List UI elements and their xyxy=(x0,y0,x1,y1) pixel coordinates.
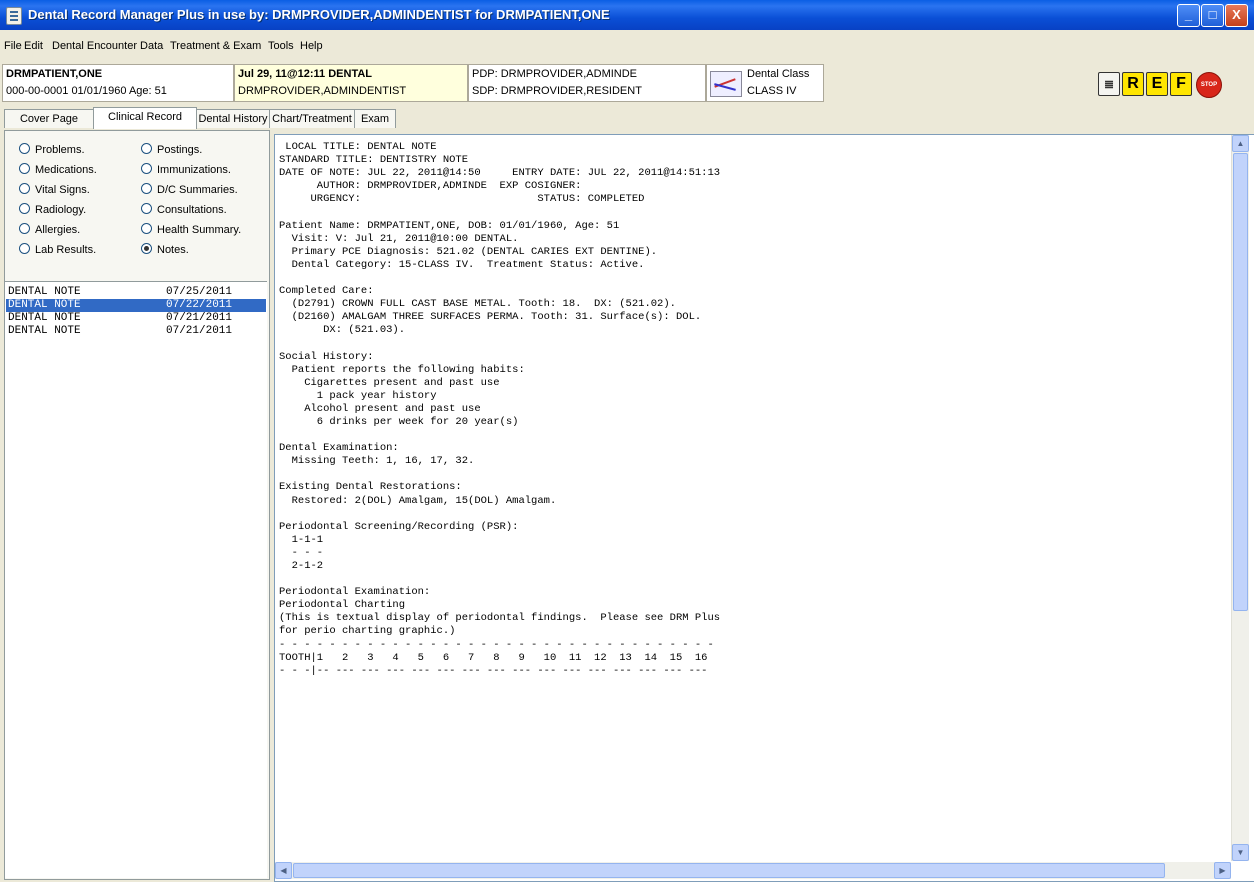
radio-immunizations[interactable]: Immunizations. xyxy=(141,163,231,176)
minimize-button[interactable]: _ xyxy=(1177,4,1200,27)
provider-info-box[interactable]: PDP: DRMPROVIDER,ADMINDE SDP: DRMPROVIDE… xyxy=(468,64,706,102)
scroll-up-icon[interactable]: ▲ xyxy=(1232,135,1249,152)
scroll-right-icon[interactable]: ▶ xyxy=(1214,862,1231,879)
radio-vital-signs[interactable]: Vital Signs. xyxy=(19,183,90,196)
radio-medications[interactable]: Medications. xyxy=(19,163,97,176)
notes-list[interactable]: DENTAL NOTE 07/25/2011 DENTAL NOTE 07/22/2… xyxy=(5,281,267,878)
r-button[interactable]: R xyxy=(1122,72,1144,96)
radio-icon xyxy=(19,163,30,174)
radio-icon xyxy=(19,183,30,194)
menu-bar: File Edit Dental Encounter Data Treatmen… xyxy=(0,38,1254,56)
tab-chart-treatment[interactable]: Chart/Treatment xyxy=(269,109,355,128)
radio-dc-summaries[interactable]: D/C Summaries. xyxy=(141,183,238,196)
tab-strip: Cover Page Clinical Record Dental Histor… xyxy=(0,107,1254,129)
list-item[interactable]: DENTAL NOTE 07/21/2011 xyxy=(6,312,266,325)
f-button[interactable]: F xyxy=(1170,72,1192,96)
patient-name: DRMPATIENT,ONE xyxy=(6,68,103,80)
radio-health-summary[interactable]: Health Summary. xyxy=(141,223,241,236)
radio-radiology[interactable]: Radiology. xyxy=(19,203,86,216)
radio-icon xyxy=(141,203,152,214)
note-text-pane[interactable]: LOCAL TITLE: DENTAL NOTE STANDARD TITLE:… xyxy=(274,134,1254,882)
visit-date: Jul 29, 11@12:11 DENTAL xyxy=(238,68,373,80)
menu-help[interactable]: Help xyxy=(300,40,323,52)
list-item-selected[interactable]: DENTAL NOTE 07/22/2011 xyxy=(6,299,266,312)
patient-details: 000-00-0001 01/01/1960 Age: 51 xyxy=(6,85,167,97)
radio-icon xyxy=(19,203,30,214)
scroll-left-icon[interactable]: ◀ xyxy=(275,862,292,879)
list-item[interactable]: DENTAL NOTE 07/25/2011 xyxy=(6,286,266,299)
dental-class-chart-icon xyxy=(710,71,742,97)
record-type-radio-group: Problems. Medications. Vital Signs. Radi… xyxy=(11,143,269,271)
horizontal-scroll-thumb[interactable] xyxy=(293,863,1165,878)
tab-exam[interactable]: Exam xyxy=(354,109,396,128)
radio-icon xyxy=(141,183,152,194)
app-icon xyxy=(6,7,22,25)
note-text[interactable]: LOCAL TITLE: DENTAL NOTE STANDARD TITLE:… xyxy=(279,141,1229,851)
list-item[interactable]: DENTAL NOTE 07/21/2011 xyxy=(6,325,266,338)
radio-icon xyxy=(19,223,30,234)
horizontal-scrollbar[interactable]: ◀ ▶ xyxy=(275,862,1231,879)
patient-info-box[interactable]: DRMPATIENT,ONE 000-00-0001 01/01/1960 Ag… xyxy=(2,64,234,102)
stop-icon[interactable]: STOP xyxy=(1196,72,1222,98)
radio-checked-icon xyxy=(141,243,152,254)
vertical-scroll-thumb[interactable] xyxy=(1233,153,1248,611)
dental-class-label: Dental Class xyxy=(747,68,810,80)
radio-icon xyxy=(19,143,30,154)
radio-notes[interactable]: Notes. xyxy=(141,243,189,256)
radio-icon xyxy=(141,163,152,174)
radio-allergies[interactable]: Allergies. xyxy=(19,223,80,236)
maximize-button[interactable]: □ xyxy=(1201,4,1224,27)
menu-tools[interactable]: Tools xyxy=(268,40,294,52)
sdp-label: SDP: DRMPROVIDER,RESIDENT xyxy=(472,85,642,97)
radio-postings[interactable]: Postings. xyxy=(141,143,202,156)
radio-consultations[interactable]: Consultations. xyxy=(141,203,227,216)
menu-treatment-exam[interactable]: Treatment & Exam xyxy=(170,40,261,52)
visit-provider: DRMPROVIDER,ADMINDENTIST xyxy=(238,85,407,97)
visit-info-box[interactable]: Jul 29, 11@12:11 DENTAL DRMPROVIDER,ADMI… xyxy=(234,64,468,102)
menu-edit[interactable]: Edit xyxy=(24,40,43,52)
pdp-label: PDP: DRMPROVIDER,ADMINDE xyxy=(472,68,638,80)
tab-clinical-record[interactable]: Clinical Record xyxy=(93,107,197,129)
menu-dental-encounter-data[interactable]: Dental Encounter Data xyxy=(52,40,163,52)
radio-problems[interactable]: Problems. xyxy=(19,143,85,156)
dental-class-box[interactable]: Dental Class CLASS IV xyxy=(706,64,824,102)
scroll-down-icon[interactable]: ▼ xyxy=(1232,844,1249,861)
tab-dental-history[interactable]: Dental History xyxy=(196,109,270,128)
window-title: Dental Record Manager Plus in use by: DR… xyxy=(28,7,610,22)
close-button[interactable]: X xyxy=(1225,4,1248,27)
vertical-scrollbar[interactable]: ▲ ▼ xyxy=(1231,135,1249,861)
record-type-panel: Problems. Medications. Vital Signs. Radi… xyxy=(4,130,270,880)
menu-file[interactable]: File xyxy=(4,40,22,52)
radio-icon xyxy=(19,243,30,254)
patient-header: DRMPATIENT,ONE 000-00-0001 01/01/1960 Ag… xyxy=(0,62,1254,104)
radio-icon xyxy=(141,143,152,154)
dental-class-value: CLASS IV xyxy=(747,85,797,97)
radio-icon xyxy=(141,223,152,234)
notes-icon[interactable]: ≣ xyxy=(1098,72,1120,96)
title-bar[interactable]: Dental Record Manager Plus in use by: DR… xyxy=(0,0,1254,30)
tab-cover-page[interactable]: Cover Page xyxy=(4,109,94,128)
e-button[interactable]: E xyxy=(1146,72,1168,96)
radio-lab-results[interactable]: Lab Results. xyxy=(19,243,96,256)
